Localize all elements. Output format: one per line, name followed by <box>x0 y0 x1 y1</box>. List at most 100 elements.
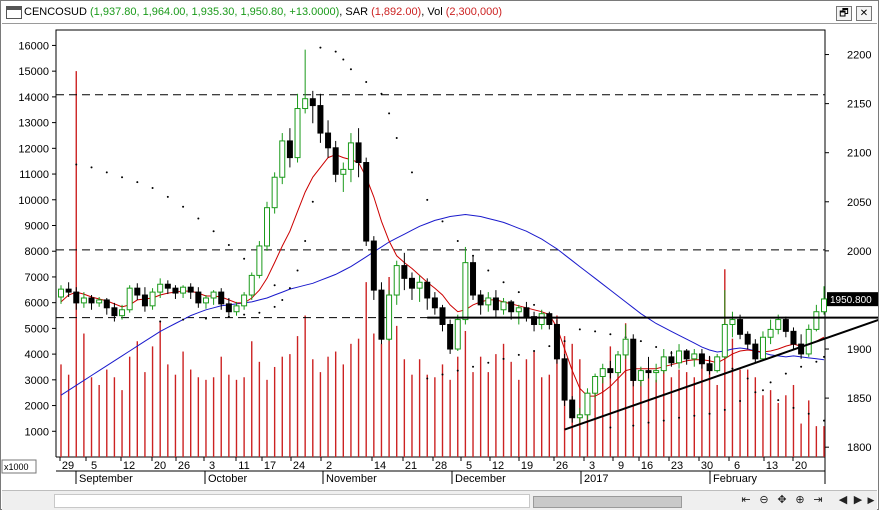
candle-body <box>523 307 530 318</box>
sar-dot <box>807 412 810 415</box>
scrollbar-thumb[interactable] <box>533 496 682 508</box>
sar-dot <box>662 419 665 422</box>
sar-dot <box>823 419 825 422</box>
candle-body <box>271 176 278 209</box>
left-axis-tick-label: 11000 <box>19 169 49 181</box>
candle-body <box>752 343 759 360</box>
candle-body <box>515 307 522 313</box>
title-symbol: CENCOSUD <box>24 6 87 18</box>
title-bar[interactable]: CENCOSUD (1,937.80, 1,964.00, 1,935.30, … <box>2 2 877 24</box>
sar-dot <box>517 291 520 294</box>
navigation-bar: ⇤ ⊖ ✥ ⊕ ⇥ ◀ ▶ ▶ <box>2 490 877 510</box>
sar-dot <box>296 269 299 272</box>
candle-body <box>492 297 499 311</box>
pan-icon[interactable]: ✥ <box>775 493 789 507</box>
candle-body <box>614 354 621 374</box>
candle-body <box>813 311 820 330</box>
price-chart[interactable]: 16000 15000 14000 13000 12000 11000 10000 9000 8… <box>1 24 878 490</box>
step-back-icon[interactable]: ◀ <box>836 493 850 507</box>
sar-dot <box>777 399 780 402</box>
candle-body <box>569 399 576 419</box>
sar-dot <box>594 330 597 333</box>
sar-dot <box>212 230 215 233</box>
candle-body <box>821 298 827 313</box>
candle-body <box>149 291 156 307</box>
sar-dot <box>647 421 650 424</box>
candle-body <box>164 283 171 289</box>
candle-body <box>302 98 309 110</box>
scroll-end-icon[interactable]: ⇥ <box>811 493 825 507</box>
left-axis-tick-label: 12000 <box>18 143 49 155</box>
close-window-icon[interactable]: ✕ <box>856 6 872 21</box>
sar-dot <box>761 389 764 392</box>
x-axis-day-label: 23 <box>671 460 683 472</box>
candle-body <box>714 356 721 372</box>
candle-body <box>698 353 705 365</box>
chart-window: CENCOSUD (1,937.80, 1,964.00, 1,935.30, … <box>0 0 879 510</box>
x-axis-day-label: 26 <box>178 460 190 472</box>
x-axis-month-label: December <box>455 473 506 485</box>
x-axis-day-label: 14 <box>374 460 386 472</box>
chart-scrollbar[interactable] <box>54 494 682 508</box>
right-axis-tick-label: 1800 <box>847 442 871 454</box>
play-icon[interactable]: ▶ <box>851 493 865 507</box>
candle-body <box>767 328 774 338</box>
x-axis-day-label: 26 <box>556 460 568 472</box>
sar-dot <box>502 281 505 284</box>
restore-window-icon[interactable]: 🗗 <box>836 6 852 21</box>
zoom-out-icon[interactable]: ⊖ <box>757 493 771 507</box>
candle-body <box>630 338 637 381</box>
candle-body <box>775 319 782 330</box>
candle-body <box>431 297 438 309</box>
candle-body <box>744 333 751 345</box>
sar-dot <box>815 360 818 363</box>
candle-body <box>454 319 461 350</box>
x-axis-day-label: 9 <box>618 460 624 472</box>
sar-dot <box>90 166 93 169</box>
candle-body <box>676 350 683 364</box>
sar-dot <box>243 313 246 316</box>
x-axis-day-label: 24 <box>293 460 305 472</box>
left-axis-tick-label: 5000 <box>25 323 49 335</box>
candle-body <box>416 281 423 289</box>
candle-body <box>508 301 515 313</box>
zoom-in-icon[interactable]: ⊕ <box>793 493 807 507</box>
sar-dot <box>136 181 139 184</box>
candle-body <box>462 262 469 321</box>
candle-body <box>622 338 629 356</box>
candle-body <box>485 297 492 306</box>
left-axis-tick-label: 15000 <box>18 66 49 78</box>
scroll-start-icon[interactable]: ⇤ <box>739 493 753 507</box>
candle-body <box>309 98 316 107</box>
candle-body <box>294 108 301 159</box>
candle-body <box>668 356 675 364</box>
sar-dot <box>105 171 108 174</box>
title-sar-label: SAR <box>345 6 369 18</box>
candle-body <box>340 168 347 175</box>
candle-body <box>180 286 187 294</box>
sar-dot <box>395 136 398 139</box>
sar-dot <box>75 163 78 166</box>
candle-body <box>637 370 644 381</box>
step-forward-icon[interactable]: ▶ <box>864 493 878 507</box>
candle-body <box>447 323 454 350</box>
candle-body <box>187 286 194 293</box>
candle-body <box>210 291 217 299</box>
left-axis-tick-label: 3000 <box>25 375 49 387</box>
left-axis-tick-label: 2000 <box>25 401 49 413</box>
sar-dot <box>182 205 185 208</box>
candle-body <box>325 132 332 149</box>
candle-body <box>386 294 393 340</box>
candle-body <box>470 262 477 296</box>
candle-body <box>286 140 293 159</box>
candle-body <box>584 392 591 416</box>
sar-dot <box>609 333 612 336</box>
title-text: CENCOSUD (1,937.80, 1,964.00, 1,935.30, … <box>24 6 502 18</box>
x-axis-day-label: 17 <box>264 460 276 472</box>
candle-body <box>103 299 110 309</box>
candle-body <box>782 319 789 332</box>
candle-body <box>355 142 362 164</box>
left-axis-tick-label: 10000 <box>18 195 49 207</box>
sar-dot <box>754 391 757 394</box>
sar-dot <box>746 377 749 380</box>
